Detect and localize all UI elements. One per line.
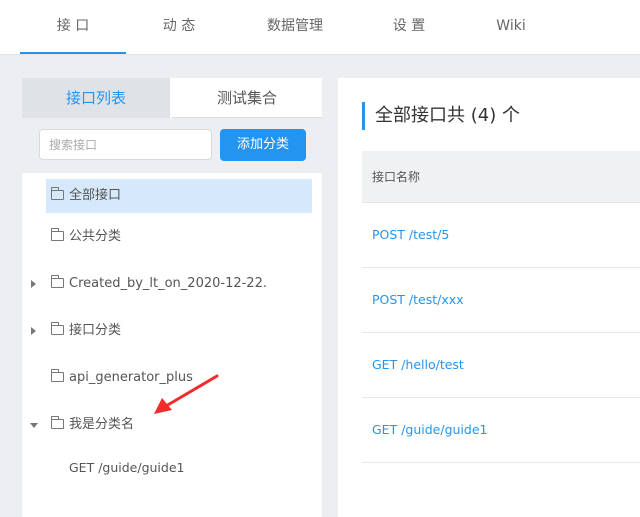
sidebar-toolbar: 添加分类 xyxy=(22,118,322,173)
tab-data-management[interactable]: 数据管理 xyxy=(240,0,350,55)
table-row[interactable]: GET /guide/guide1 xyxy=(362,398,640,463)
tab-settings[interactable]: 设 置 xyxy=(356,0,462,55)
tab-activity[interactable]: 动 态 xyxy=(126,0,232,55)
table-row[interactable]: POST /test/5 xyxy=(362,203,640,268)
tree-item-all-interfaces[interactable]: 全部接口 xyxy=(22,179,322,213)
folder-icon xyxy=(50,275,64,288)
folder-icon xyxy=(50,322,64,335)
table-header: 接口名称 xyxy=(362,151,640,203)
tab-wiki[interactable]: Wiki xyxy=(458,0,564,55)
tab-interface[interactable]: 接 口 xyxy=(20,0,126,55)
caret-right-icon[interactable] xyxy=(31,327,36,335)
interface-link[interactable]: GET /guide/guide1 xyxy=(372,398,487,462)
caret-down-icon[interactable] xyxy=(30,423,38,428)
tree-leaf-get-guide-guide1[interactable]: GET /guide/guide1 xyxy=(22,451,322,485)
folder-icon xyxy=(50,187,64,200)
top-navigation: 接 口 动 态 数据管理 设 置 Wiki xyxy=(0,0,640,55)
table-row[interactable]: POST /test/xxx xyxy=(362,268,640,333)
tree-leaf-label: GET /guide/guide1 xyxy=(69,460,185,475)
tree-item-interface-category[interactable]: 接口分类 xyxy=(22,314,322,348)
red-arrow-annotation xyxy=(154,374,219,414)
tree-item-label: 公共分类 xyxy=(69,229,122,244)
table-row[interactable]: GET /hello/test xyxy=(362,333,640,398)
interface-sidebar: 接口列表 测试集合 添加分类 全部接口 公共分类 Created_by_lt_o… xyxy=(22,78,322,517)
folder-icon xyxy=(50,228,64,241)
tab-interface-list[interactable]: 接口列表 xyxy=(22,78,170,118)
add-category-button[interactable]: 添加分类 xyxy=(220,129,306,161)
tree-item-label: 接口分类 xyxy=(69,323,122,338)
tab-test-collection[interactable]: 测试集合 xyxy=(172,78,322,118)
column-header-name: 接口名称 xyxy=(372,170,421,184)
sidebar-tabs: 接口列表 测试集合 xyxy=(22,78,322,118)
tree-item-label: Created_by_lt_on_2020-12-22. xyxy=(69,276,267,291)
interface-link[interactable]: GET /hello/test xyxy=(372,333,464,397)
tree-item-public[interactable]: 公共分类 xyxy=(22,220,322,254)
caret-right-icon[interactable] xyxy=(31,280,36,288)
tree-item-created-by-lt[interactable]: Created_by_lt_on_2020-12-22. xyxy=(22,267,322,301)
active-tab-indicator xyxy=(20,52,126,54)
page-title: 全部接口共 (4) 个 xyxy=(362,102,520,130)
folder-icon xyxy=(50,369,64,382)
folder-icon xyxy=(50,416,64,429)
interface-link[interactable]: POST /test/xxx xyxy=(372,268,464,332)
search-input[interactable] xyxy=(39,129,212,160)
tree-item-label: 全部接口 xyxy=(69,188,122,203)
tree-item-label: 我是分类名 xyxy=(69,417,135,432)
interface-link[interactable]: POST /test/5 xyxy=(372,203,449,267)
interface-list-panel: 全部接口共 (4) 个 接口名称 POST /test/5 POST /test… xyxy=(338,78,640,517)
